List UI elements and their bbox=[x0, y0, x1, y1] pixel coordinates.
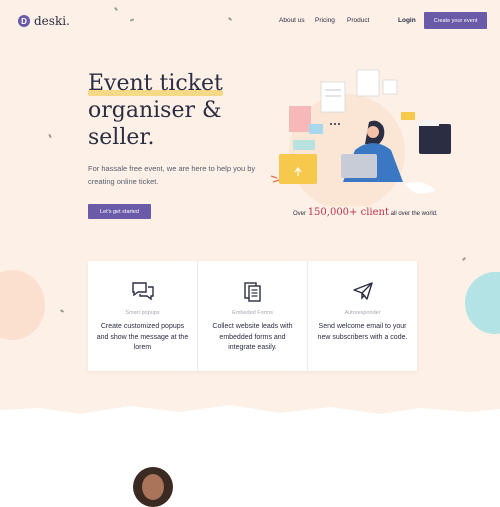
feature-embedded-forms: Embeded Forms Collect website leads with… bbox=[197, 261, 307, 371]
clients-prefix: Over bbox=[293, 211, 307, 217]
nav-link-product[interactable]: Product bbox=[347, 17, 369, 24]
login-link[interactable]: Login bbox=[398, 17, 416, 24]
title-line: seller. bbox=[88, 125, 155, 150]
clients-count: 150,000+ client bbox=[307, 207, 389, 218]
torn-edge bbox=[0, 405, 500, 430]
nav-links: About us Pricing Product bbox=[279, 17, 369, 24]
chat-bubbles-icon bbox=[131, 282, 154, 301]
nav-link-pricing[interactable]: Pricing bbox=[315, 17, 347, 24]
hero-subtitle: For hassale free event, we are here to h… bbox=[88, 164, 256, 186]
feature-title: Autoresponder bbox=[344, 310, 381, 316]
clients-suffix: all over the world. bbox=[390, 211, 438, 217]
feature-title: Smart popups bbox=[125, 310, 160, 316]
hero-illustration bbox=[270, 69, 451, 206]
feature-desc: Create customized popups and show the me… bbox=[96, 323, 189, 351]
logo-mark-icon: D bbox=[18, 15, 30, 27]
feature-desc: Send welcome email to your new subscribe… bbox=[317, 323, 408, 341]
avatar bbox=[133, 467, 173, 507]
clients-stat: Over 150,000+ client all over the world. bbox=[293, 207, 438, 218]
avatar-face bbox=[142, 474, 164, 500]
nav-link-about[interactable]: About us bbox=[279, 17, 315, 24]
page-title: Event ticket organiser & seller. bbox=[88, 70, 268, 151]
feature-title: Embeded Forms bbox=[232, 310, 273, 316]
feature-autoresponder: Autoresponder Send welcome email to your… bbox=[307, 261, 417, 371]
brand-logo[interactable]: D deski. bbox=[18, 14, 70, 28]
get-started-button[interactable]: Let's get started bbox=[88, 204, 151, 219]
top-nav: D deski. About us Pricing Product Login … bbox=[0, 0, 500, 42]
documents-icon bbox=[243, 282, 261, 302]
title-line: organiser & bbox=[88, 98, 222, 123]
brand-name: deski. bbox=[34, 14, 70, 28]
paper-plane-icon bbox=[352, 282, 373, 300]
features-card: Smart popups Create customized popups an… bbox=[88, 261, 417, 371]
title-line: Event ticket bbox=[88, 71, 223, 96]
create-event-button[interactable]: Create your event bbox=[424, 12, 487, 29]
feature-desc: Collect website leads with embedded form… bbox=[212, 323, 293, 351]
feature-smart-popups: Smart popups Create customized popups an… bbox=[88, 261, 197, 371]
